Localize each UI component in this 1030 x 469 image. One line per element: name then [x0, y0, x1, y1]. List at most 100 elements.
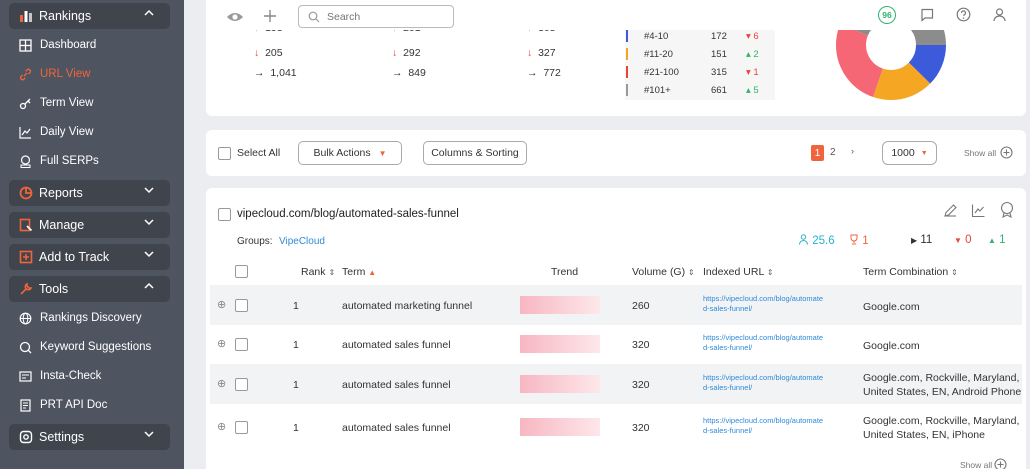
sidebar-item-label: Rankings Discovery: [40, 312, 142, 324]
group-link[interactable]: VipeCloud: [279, 236, 325, 247]
sort-icon: ⇕: [766, 268, 774, 277]
expand-icon[interactable]: ⊕: [217, 377, 226, 390]
key-icon: [19, 98, 31, 109]
rank-value: 1: [293, 339, 299, 351]
select-all-checkbox[interactable]: [218, 147, 231, 160]
plus-icon[interactable]: [263, 9, 277, 23]
add-circle-icon[interactable]: [994, 458, 1007, 469]
message-icon[interactable]: [920, 8, 934, 22]
down-stat: ▼ 0: [954, 234, 972, 246]
caret-down-icon: ▼: [920, 149, 928, 157]
range-count: 151: [711, 49, 727, 60]
indexed-url-link[interactable]: https://vipecloud.com/blog/automate d-sal…: [703, 416, 823, 436]
bulk-actions-dropdown[interactable]: Bulk Actions ▼: [298, 141, 402, 165]
add-circle-icon[interactable]: [1000, 146, 1013, 159]
indexed-url-link[interactable]: https://vipecloud.com/blog/automate d-sal…: [703, 294, 823, 314]
page-current[interactable]: 1: [811, 145, 824, 161]
col-indexed-url[interactable]: Indexed URL ⇕: [703, 266, 774, 278]
reports-label: Reports: [39, 186, 83, 200]
col-term-combination[interactable]: Term Combination ⇕: [863, 266, 958, 278]
col-trend: Trend: [551, 266, 579, 278]
row-checkbox[interactable]: [235, 378, 248, 391]
chevron-right-icon[interactable]: ›: [851, 146, 854, 156]
unchanged-stat: ▶ 11: [911, 234, 933, 246]
sidebar-item-label: Full SERPs: [40, 155, 99, 167]
avg-rank-stat: 25.6: [798, 234, 835, 247]
chevron-down-icon: [144, 187, 154, 194]
columns-sorting-button[interactable]: Columns & Sorting: [423, 141, 527, 165]
term-value: automated sales funnel: [342, 379, 451, 391]
eye-icon[interactable]: [226, 10, 244, 24]
expand-icon[interactable]: ⊕: [217, 420, 226, 433]
volume-value: 320: [632, 339, 650, 351]
expand-icon[interactable]: ⊕: [217, 298, 226, 311]
trophy-stat: 1: [849, 234, 869, 247]
manage-label: Manage: [39, 218, 85, 232]
expand-icon[interactable]: ⊕: [217, 337, 226, 350]
show-all-label[interactable]: Show all: [960, 460, 992, 469]
sidebar-section-tools[interactable]: Tools: [9, 276, 170, 302]
document-icon: [20, 398, 31, 412]
sidebar-section-manage[interactable]: Manage: [9, 212, 170, 238]
caret-down-icon: ▼: [378, 148, 387, 158]
col-volume[interactable]: Volume (G) ⇕: [632, 266, 695, 278]
row-checkbox[interactable]: [235, 421, 248, 434]
sidebar-item-rankings-discovery[interactable]: Rankings Discovery: [19, 308, 142, 328]
search-box[interactable]: [298, 5, 454, 28]
sidebar-item-dashboard[interactable]: Dashboard: [19, 35, 96, 55]
sidebar-section-reports[interactable]: Reports: [9, 180, 170, 206]
sidebar-item-label: PRT API Doc: [40, 399, 108, 411]
score-badge[interactable]: 96: [878, 6, 896, 24]
term-combination-value: Google.com, Rockville, Maryland, United S…: [863, 415, 1020, 441]
chart-icon[interactable]: [971, 203, 986, 218]
sidebar-section-rankings[interactable]: Rankings: [9, 3, 170, 29]
sidebar-item-term-view[interactable]: Term View: [19, 93, 93, 113]
user-icon[interactable]: [992, 7, 1007, 22]
sort-icon: ⇕: [328, 268, 336, 277]
page-next[interactable]: 2: [830, 147, 836, 158]
col-rank[interactable]: Rank ⇕: [301, 266, 335, 278]
seo-badge-icon[interactable]: [999, 201, 1015, 218]
col-term[interactable]: Term ▲: [342, 266, 376, 278]
dashboard-icon: [19, 38, 32, 52]
per-page-dropdown[interactable]: 1000 ▼: [882, 141, 937, 165]
sidebar-item-keyword-suggestions[interactable]: Keyword Suggestions: [19, 337, 151, 357]
chevron-down-icon: [144, 251, 154, 258]
sidebar-item-label: Keyword Suggestions: [40, 341, 152, 353]
sidebar-section-add-to-track[interactable]: Add to Track: [9, 244, 170, 270]
col1-total: → 1,041: [254, 67, 297, 79]
caret-right-icon: ▶: [911, 236, 918, 245]
settings-label: Settings: [39, 430, 85, 444]
url-checkbox[interactable]: [218, 208, 231, 221]
rank-value: 1: [293, 300, 299, 312]
search-input[interactable]: [327, 9, 447, 24]
indexed-url-link[interactable]: https://vipecloud.com/blog/automate d-sal…: [703, 373, 823, 393]
show-all-label[interactable]: Show all: [964, 148, 996, 158]
sidebar-item-prt-api-doc[interactable]: PRT API Doc: [19, 395, 107, 415]
row-checkbox[interactable]: [235, 299, 248, 312]
term-value: automated marketing funnel: [342, 300, 473, 312]
help-icon[interactable]: [956, 7, 971, 22]
url-title[interactable]: vipecloud.com/blog/automated-sales-funne…: [237, 208, 459, 220]
select-all-label[interactable]: Select All: [237, 147, 280, 159]
trend-sparkline: [520, 418, 600, 436]
wrench-icon: [20, 282, 33, 295]
range-color-bar: [626, 84, 628, 96]
rankings-donut-chart: [836, 30, 946, 100]
columns-sorting-label: Columns & Sorting: [431, 147, 519, 159]
range-count: 661: [711, 85, 727, 96]
trend-sparkline: [520, 375, 600, 393]
indexed-url-link[interactable]: https://vipecloud.com/blog/automate d-sal…: [703, 333, 823, 353]
sidebar-item-daily-view[interactable]: Daily View: [19, 122, 93, 142]
pie-chart-icon: [19, 186, 33, 200]
header-checkbox[interactable]: [235, 265, 248, 278]
row-checkbox[interactable]: [235, 338, 248, 351]
summary-card: 96 ↑ 193 ↓ 205 → 1,041 ↑ 201 ↓ 292 → 849…: [206, 0, 1026, 116]
edit-icon[interactable]: [943, 203, 958, 218]
check-box-icon: [19, 370, 32, 382]
sidebar-item-url-view[interactable]: URL View: [19, 64, 91, 84]
sidebar-section-settings[interactable]: Settings: [9, 424, 170, 450]
trophy-icon: [850, 234, 858, 245]
sidebar-item-full-serps[interactable]: Full SERPs: [19, 151, 99, 171]
sidebar-item-insta-check[interactable]: Insta-Check: [19, 366, 101, 386]
